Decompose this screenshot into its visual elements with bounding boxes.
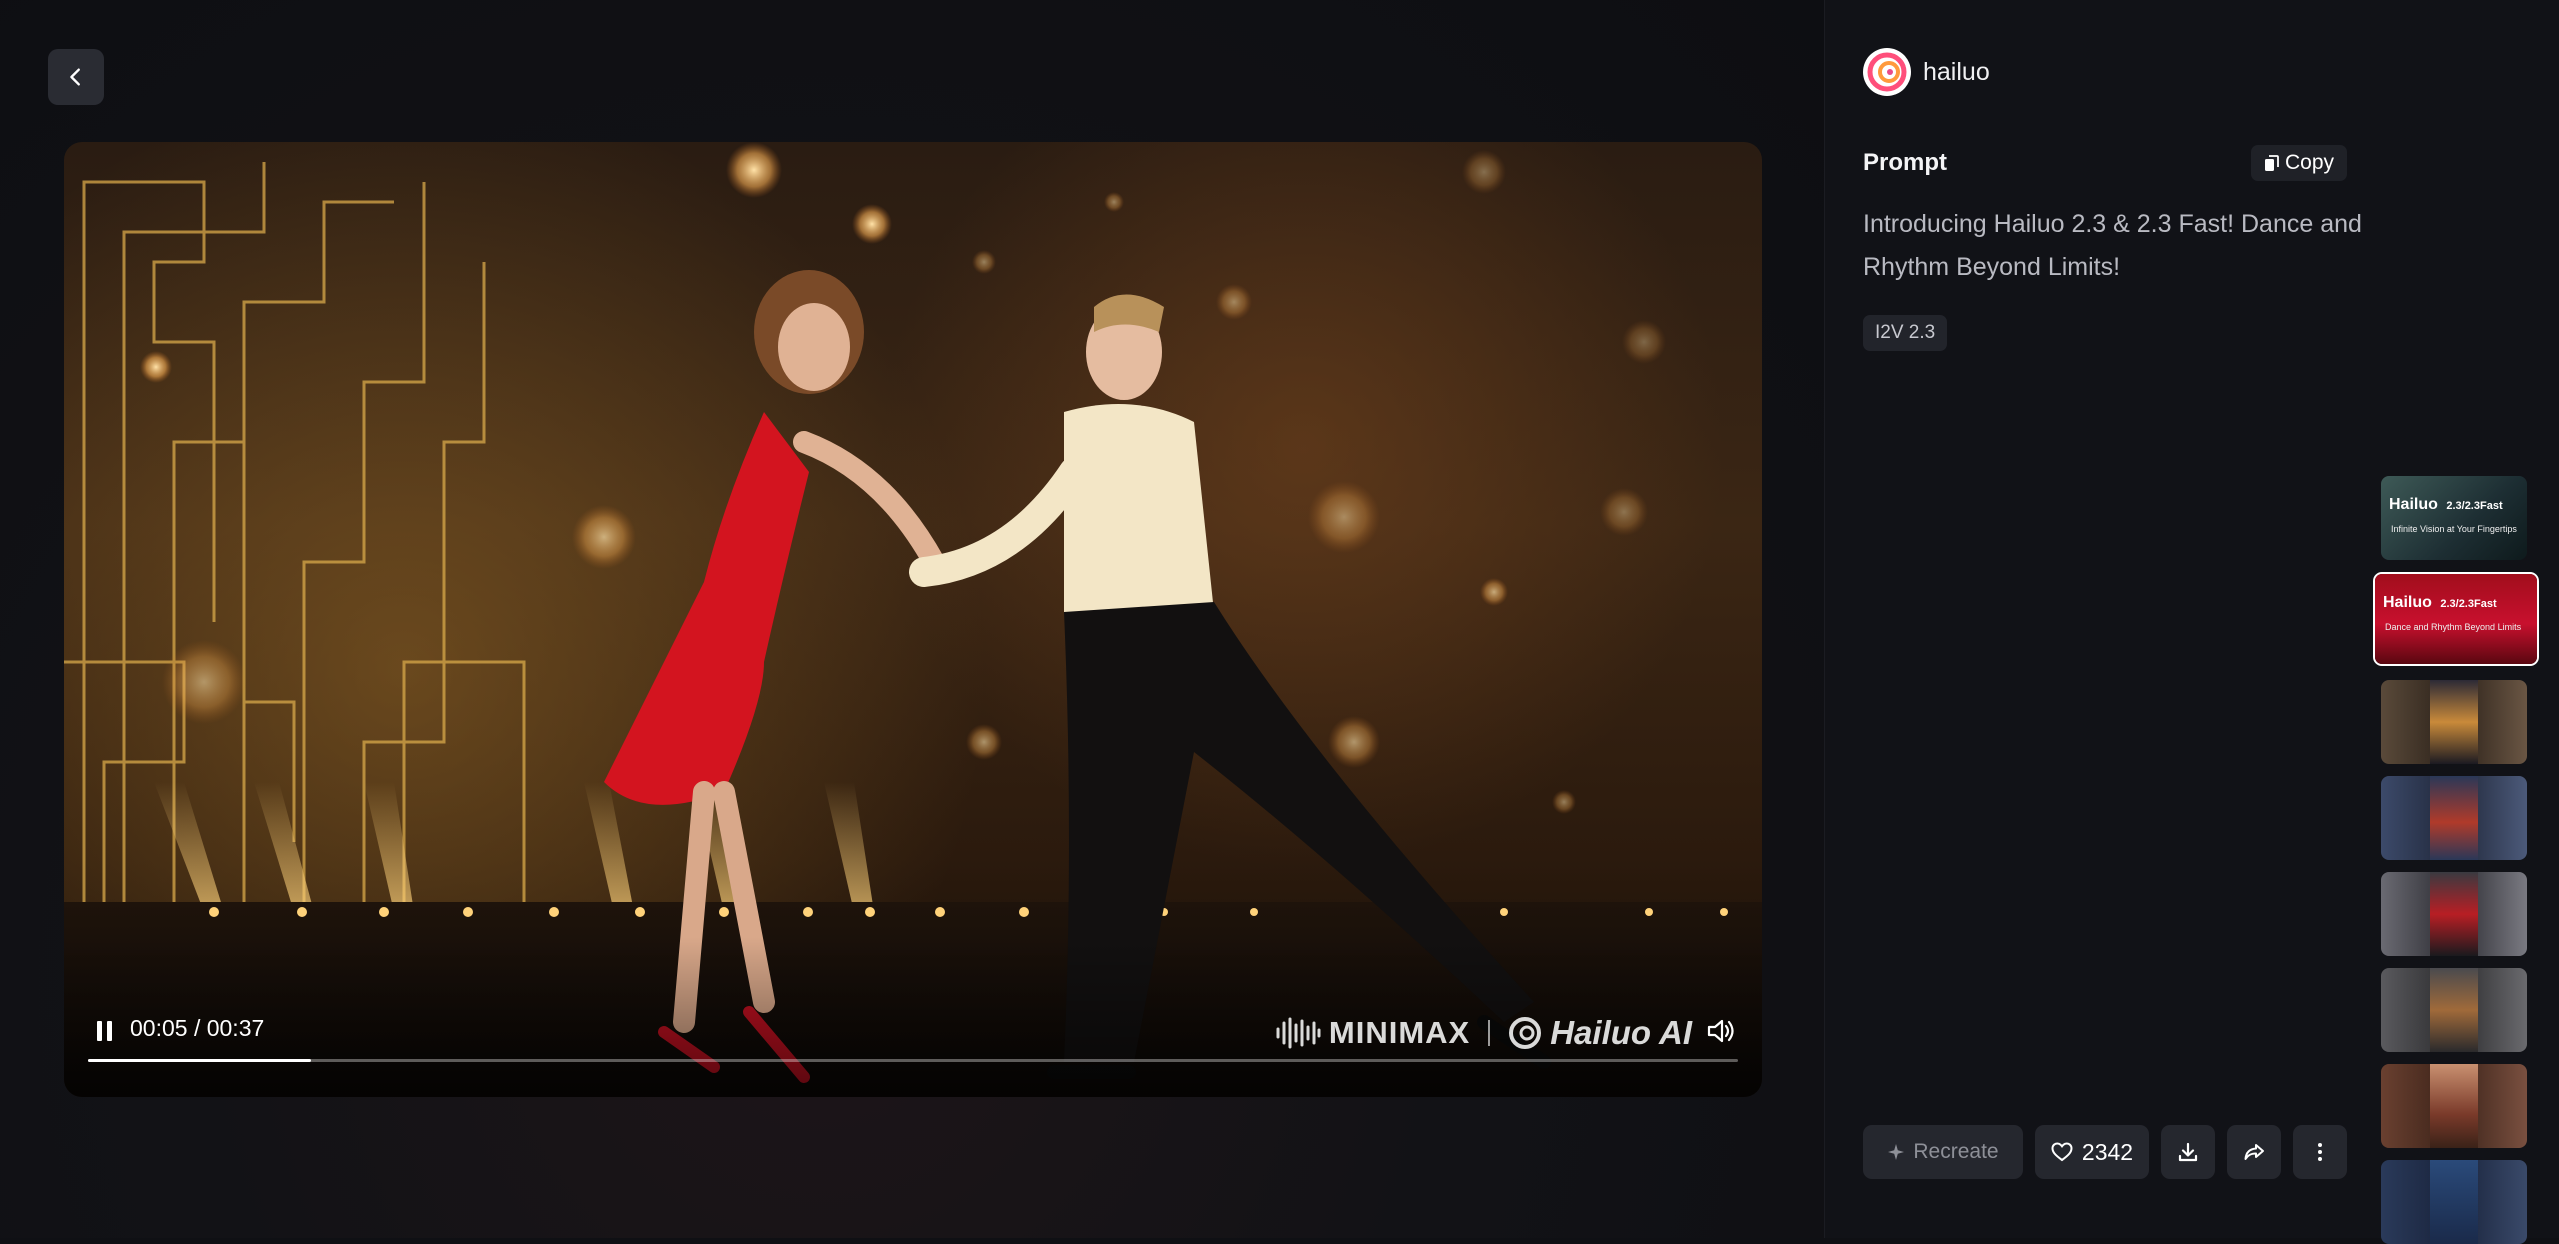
download-icon [2178, 1142, 2198, 1162]
minimax-logo: MINIMAX [1275, 1015, 1470, 1051]
share-icon [2244, 1144, 2264, 1160]
like-button[interactable]: 2342 [2035, 1125, 2149, 1179]
thumbnail-item[interactable] [2381, 968, 2527, 1052]
chevron-left-icon [70, 68, 80, 86]
video-player[interactable]: 00:05 / 00:37 MINIMAX Hailuo AI [64, 142, 1762, 1097]
prompt-heading: Prompt [1863, 149, 1947, 176]
thumbnail-item[interactable] [2381, 872, 2527, 956]
avatar [1863, 48, 1911, 96]
like-count: 2342 [2081, 1138, 2134, 1165]
hailuo-watermark-logo: Hailuo AI [1508, 1014, 1692, 1052]
video-progress-bar[interactable] [88, 1059, 1738, 1062]
thumbnail-item-active[interactable]: Hailuo 2.3/2.3Fast Dance and Rhythm Beyo… [2373, 572, 2539, 666]
recreate-label: Recreate [1913, 1140, 1999, 1163]
thumbnail-item[interactable]: Hailuo 2.3/2.3Fast Infinite Vision at Yo… [2381, 476, 2527, 560]
spiral-icon [1509, 1017, 1542, 1049]
recreate-button[interactable]: Recreate [1863, 1125, 2023, 1179]
copy-button[interactable]: Copy [2251, 145, 2347, 181]
video-stage: 00:05 / 00:37 MINIMAX Hailuo AI [0, 0, 1824, 1238]
copy-icon [2264, 154, 2279, 171]
prompt-text: Introducing Hailuo 2.3 & 2.3 Fast! Dance… [1863, 210, 2362, 281]
thumbnail-item[interactable] [2381, 1160, 2527, 1244]
thumbnail-item[interactable] [2381, 1064, 2527, 1148]
waveform-icon [1276, 1017, 1321, 1049]
heart-icon [2051, 1142, 2073, 1162]
video-watermark: MINIMAX Hailuo AI [1275, 1014, 1692, 1052]
copy-label: Copy [2284, 151, 2335, 174]
pause-button[interactable] [90, 1016, 120, 1046]
action-bar: Recreate 2342 [1863, 1125, 2347, 1179]
more-options-button[interactable] [2293, 1125, 2347, 1179]
volume-button[interactable] [1704, 1014, 1738, 1048]
more-vertical-icon [2318, 1143, 2322, 1161]
time-display: 00:05 / 00:37 [130, 1015, 265, 1041]
watermark-separator [1488, 1020, 1491, 1046]
author-info[interactable]: hailuo [1863, 48, 1990, 96]
hailuo-logo-icon [1867, 52, 1907, 92]
thumbnail-item[interactable] [2381, 680, 2527, 764]
thumbnail-item[interactable] [2381, 776, 2527, 860]
sparkle-icon [1888, 1144, 1905, 1160]
speaker-icon [1707, 1019, 1734, 1043]
author-name[interactable]: hailuo [1923, 58, 1990, 87]
model-tag: I2V 2.3 [1863, 315, 1948, 351]
video-progress-fill [88, 1059, 311, 1062]
back-button[interactable] [48, 49, 104, 105]
download-button[interactable] [2161, 1125, 2215, 1179]
pause-icon [97, 1021, 112, 1041]
share-button[interactable] [2227, 1125, 2281, 1179]
